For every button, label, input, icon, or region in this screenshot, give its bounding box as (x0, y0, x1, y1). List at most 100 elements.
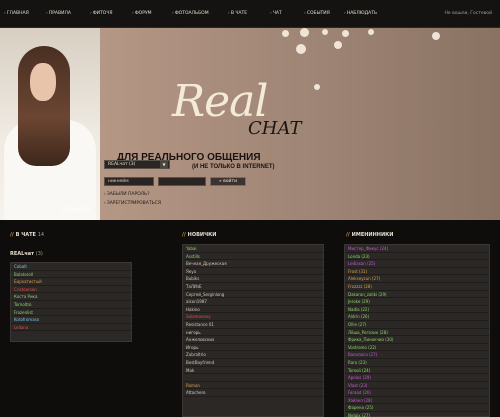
list-item[interactable]: Bubiks (183, 275, 323, 283)
list-item[interactable]: Mak (183, 367, 323, 375)
nav-item-rules[interactable]: ›ПРАВИЛА (46, 11, 71, 16)
hero-banner: // knopka Real CHAT ДЛЯ РЕАЛЬНОГО ОБЩЕНИ… (0, 28, 500, 220)
list-item[interactable]: Salomonovy (183, 313, 323, 321)
photo-face (30, 63, 56, 101)
birthdays-list: Мистер_Фикус (24) Londa (23) Lediasan (25)… (344, 244, 490, 417)
list-item[interactable]: Raro (23) (345, 359, 489, 367)
list-item[interactable]: Cobalt (11, 263, 131, 271)
room-name: REALчат (3) (10, 251, 43, 257)
list-item[interactable]: Tomoli (24) (345, 367, 489, 375)
list-item[interactable]: Dakaran_zaliki (29) (345, 291, 489, 299)
list-item[interactable]: Yabai (183, 245, 323, 253)
nickname-field[interactable]: никнейм (104, 177, 154, 186)
list-item[interactable]: ТаЛИзЕ (183, 283, 323, 291)
list-item[interactable]: Londa (23) (345, 253, 489, 261)
list-item[interactable]: Zubraltrio (183, 351, 323, 359)
list-item[interactable]: Frost (31) (345, 268, 489, 276)
light-dot (342, 30, 349, 37)
list-item[interactable] (183, 374, 323, 382)
list-item[interactable]: Tornoltro (11, 301, 131, 309)
bullet-icon: // (346, 232, 350, 238)
password-field[interactable] (158, 177, 206, 186)
newbies-header: //НОВИЧКИ (182, 232, 217, 238)
list-item[interactable]: alcon1987 (183, 298, 323, 306)
bullet-icon: › (104, 201, 106, 206)
list-item[interactable]: Attachero (183, 389, 323, 397)
nav-item-chat[interactable]: ›ЧАТ (270, 11, 282, 16)
bullet-icon: › (4, 11, 6, 16)
list-item[interactable]: Frozzzz (28) (345, 283, 489, 291)
in-chat-list: Cobalt Balatoroll Бархатистый Cristoorson Ко… (10, 262, 132, 342)
nav-item-events[interactable]: ›СОБЫТИЯ (304, 11, 330, 16)
bullet-icon: › (344, 11, 346, 16)
nav-item-photos[interactable]: ›ФИТОЧЯ (90, 11, 113, 16)
nav-item-album[interactable]: ›ФОТОАЛЬБОМ (172, 11, 209, 16)
list-item[interactable]: Якуа (183, 268, 323, 276)
list-item[interactable]: Хэйзел (28) (345, 397, 489, 405)
list-item[interactable]: BestBoyfriend (183, 359, 323, 367)
list-item[interactable]: Kotofromaso (11, 316, 131, 324)
list-item[interactable]: Balatoroll (11, 271, 131, 279)
list-item[interactable]: Vostromo (22) (345, 344, 489, 352)
list-item[interactable]: Сергей_Serginlong (183, 291, 323, 299)
photo-caption: // knopka (62, 206, 90, 213)
list-item[interactable]: Cristoorson (11, 286, 131, 294)
list-item[interactable]: Анжеловских (183, 336, 323, 344)
list-item[interactable]: Resistance 01 (183, 321, 323, 329)
list-item[interactable]: Aldrin (26) (345, 313, 489, 321)
list-item[interactable]: Nadia (22) (345, 306, 489, 314)
nav-item-in-chat[interactable]: ›В ЧАТЕ (228, 11, 247, 16)
list-item[interactable]: Nelgix (27) (345, 412, 489, 417)
chevron-down-icon: ▼ (160, 161, 168, 168)
nav-item-watch[interactable]: ›НАБЛЮДАТЬ (344, 11, 377, 16)
list-item[interactable]: Лёша_Рогозин (28) (345, 329, 489, 337)
list-item[interactable]: Василиса (27) (345, 351, 489, 359)
list-item[interactable]: Alekseyzun (27) (345, 275, 489, 283)
list-item[interactable]: Игорь (183, 344, 323, 352)
top-nav: ›ГЛАВНАЯ ›ПРАВИЛА ›ФИТОЧЯ ›ФОРУМ ›ФОТОАЛ… (0, 0, 500, 28)
nav-item-home[interactable]: ›ГЛАВНАЯ (4, 11, 29, 16)
list-item[interactable]: Lediasan (25) (345, 260, 489, 268)
list-item[interactable]: Бархатистый (11, 278, 131, 286)
list-item[interactable]: Faraod (26) (345, 389, 489, 397)
list-item[interactable]: Asstills (183, 253, 323, 261)
list-item[interactable]: Вечная_Дружеская (183, 260, 323, 268)
list-item[interactable]: Frozenlist (11, 309, 131, 317)
bullet-icon: › (304, 11, 306, 16)
light-dot (368, 29, 374, 35)
forgot-password-link[interactable]: ›ЗАБЫЛИ ПАРОЛЬ? (104, 192, 150, 197)
list-item[interactable]: Lellano (11, 324, 131, 332)
light-dot (300, 28, 309, 37)
light-dot (296, 44, 306, 54)
register-link[interactable]: ›ЗАРЕГИСТРИРОВАТЬСЯ (104, 201, 161, 206)
bullet-icon: › (172, 11, 174, 16)
slogan-sub: (И НЕ ТОЛЬКО В INTERNET) (192, 164, 275, 170)
login-button[interactable]: » войти (210, 177, 246, 186)
list-item[interactable]: Apolos (29) (345, 374, 489, 382)
bullet-icon: › (46, 11, 48, 16)
logo-chat: CHAT (248, 118, 302, 139)
list-item[interactable]: Коста Рика (11, 293, 131, 301)
birthdays-header: //ИМЕНИННИКИ (346, 232, 394, 238)
bullet-icon: › (228, 11, 230, 16)
list-item[interactable]: Фарена (25) (345, 404, 489, 413)
bullet-icon: › (132, 11, 134, 16)
list-item[interactable]: Hakino (183, 306, 323, 314)
bullet-icon: › (104, 192, 106, 197)
list-item[interactable]: Jeroke (29) (345, 298, 489, 306)
room-select[interactable]: REALчат (3) ▼ (104, 160, 170, 169)
light-dot (432, 32, 440, 40)
list-item[interactable]: Roman (183, 382, 323, 390)
list-item[interactable]: нигорь (183, 329, 323, 337)
banner-photo: // knopka (0, 28, 100, 220)
list-item[interactable]: Фрика_Пинокчио (30) (345, 336, 489, 344)
list-item[interactable]: Vlast (23) (345, 382, 489, 390)
nav-item-forum[interactable]: ›ФОРУМ (132, 11, 152, 16)
list-item[interactable]: Ollie (27) (345, 321, 489, 329)
light-dot (314, 84, 320, 90)
list-item[interactable]: Мистер_Фикус (24) (345, 245, 489, 253)
newbies-list: Yabai Asstills Вечная_Дружеская Якуа Bubiks Т… (182, 244, 324, 417)
user-greeting: Не вошли, Гостевой (444, 11, 492, 16)
bullet-icon: › (90, 11, 92, 16)
light-dot (334, 41, 342, 49)
